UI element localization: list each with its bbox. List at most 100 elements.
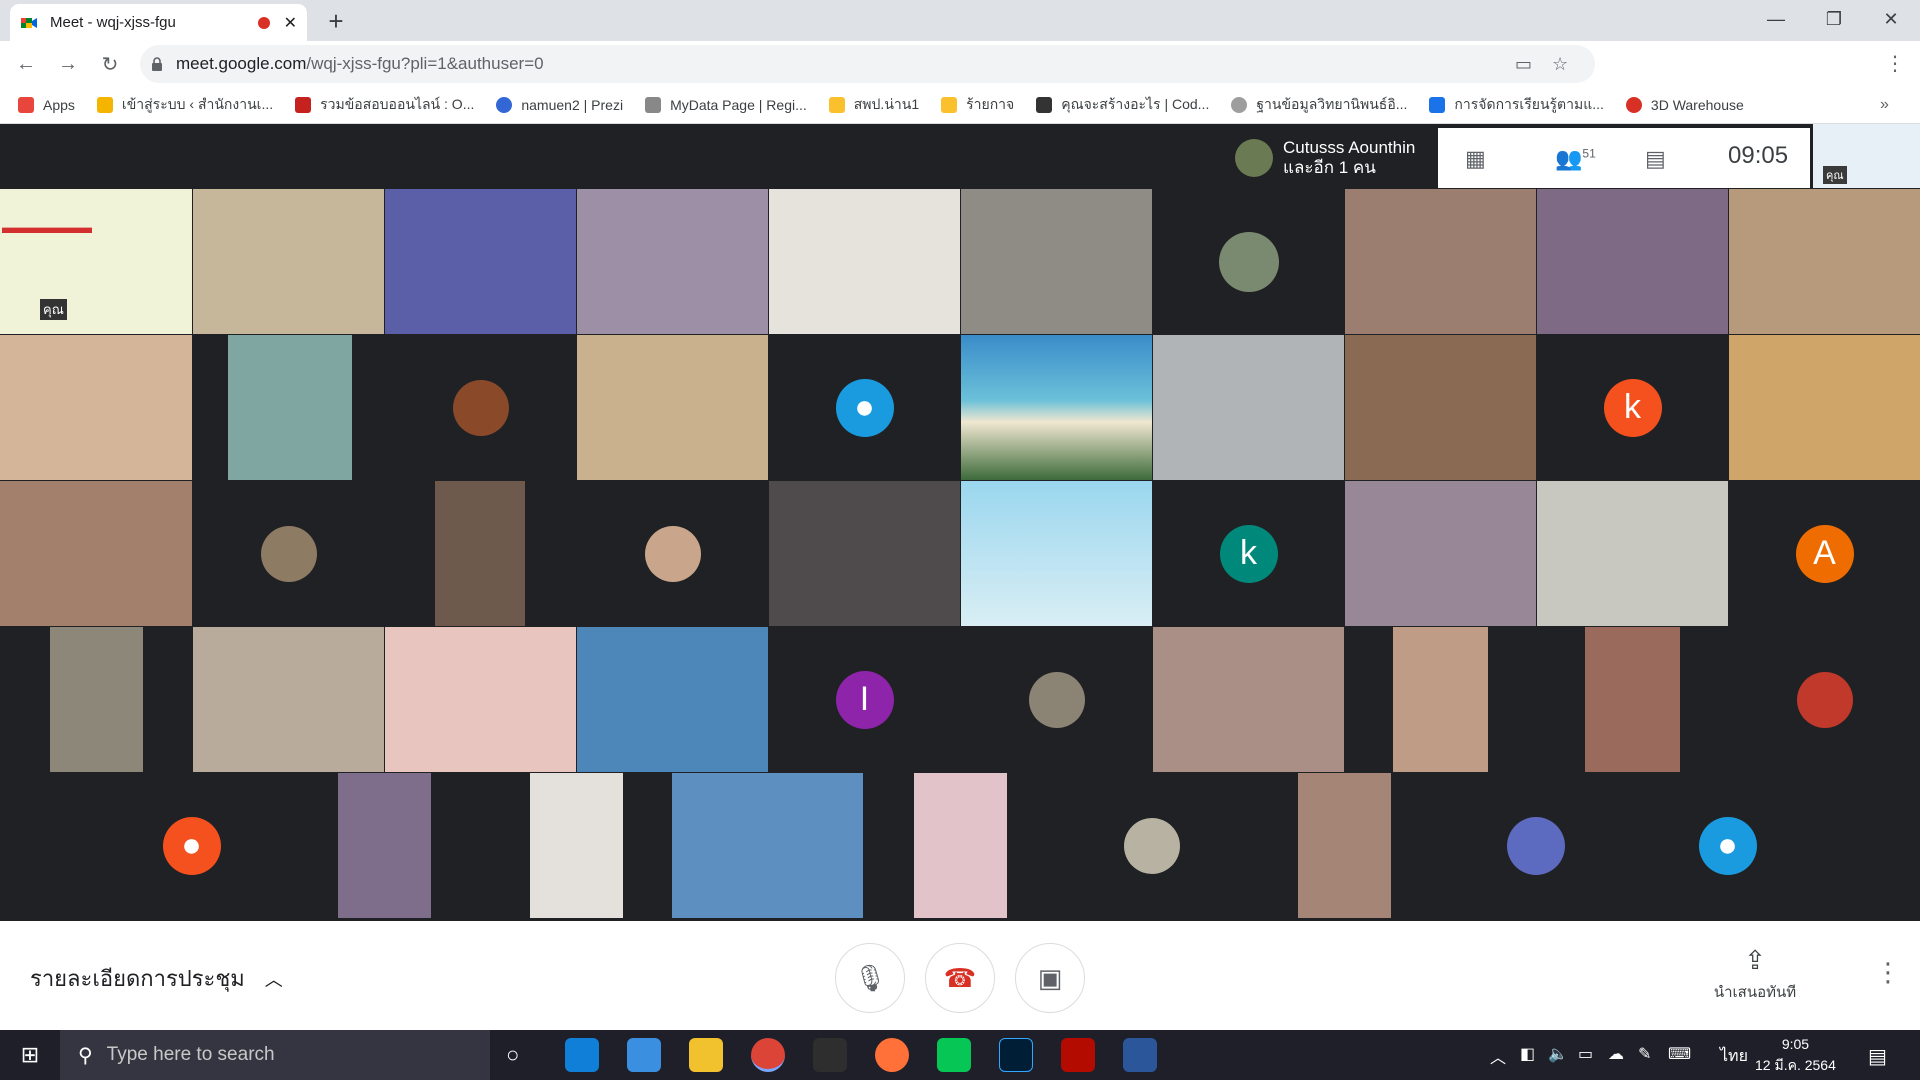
participant-tile[interactable] (672, 773, 863, 918)
back-icon[interactable]: ← (10, 53, 42, 76)
chrome-menu-icon[interactable]: ⋮ (1885, 51, 1905, 76)
participant-tile[interactable] (1345, 335, 1536, 480)
participant-tile[interactable]: k (1153, 481, 1344, 626)
more-options-icon[interactable]: ⋮ (1875, 957, 1901, 988)
participant-tile[interactable] (961, 335, 1152, 480)
self-view-thumbnail[interactable]: คุณ (1813, 124, 1920, 188)
onedrive-icon[interactable]: ☁ (1608, 1044, 1624, 1064)
participant-tile[interactable] (961, 481, 1152, 626)
bookmark-apps[interactable]: Apps (18, 97, 75, 113)
reload-icon[interactable]: ↻ (94, 52, 126, 77)
forward-icon[interactable]: → (52, 53, 84, 76)
participant-tile[interactable] (193, 189, 384, 334)
participant-tile[interactable] (0, 627, 192, 772)
participant-tile[interactable]: I (769, 627, 960, 772)
participant-tile[interactable]: ● (96, 773, 287, 918)
task-view-icon[interactable]: ○ (506, 1042, 519, 1068)
participant-tile[interactable] (385, 189, 576, 334)
participant-tile[interactable] (1537, 627, 1728, 772)
camera-button[interactable]: ▣ (1015, 943, 1085, 1013)
participant-tile[interactable]: k (1537, 335, 1728, 480)
word-icon[interactable] (1123, 1038, 1157, 1072)
windows-start-icon[interactable]: ⊞ (0, 1030, 60, 1080)
taskbar-search-box[interactable]: ⚲ Type here to search (60, 1030, 490, 1080)
participant-tile[interactable] (193, 627, 384, 772)
participant-tile[interactable]: ● (1632, 773, 1823, 918)
participant-tile-presentation[interactable]: ▬▬▬▬▬ คุณ (0, 189, 192, 334)
keyboard-icon[interactable]: ⌨ (1668, 1044, 1691, 1064)
participant-tile[interactable] (193, 335, 384, 480)
meeting-details-button[interactable]: รายละเอียดการประชุม ︿ (30, 961, 283, 996)
participant-tile[interactable] (1440, 773, 1631, 918)
browser-tab[interactable]: Meet - wqj-xjss-fgu ✕ (10, 4, 307, 41)
participant-tile[interactable] (385, 335, 576, 480)
participant-tile[interactable] (385, 627, 576, 772)
chrome-icon[interactable] (751, 1038, 785, 1072)
line-icon[interactable] (937, 1038, 971, 1072)
participant-tile[interactable] (1729, 627, 1920, 772)
participant-tile[interactable] (1056, 773, 1247, 918)
participant-tile[interactable] (193, 481, 384, 626)
bookmark-item[interactable]: namuen2 | Prezi (496, 97, 623, 113)
participant-tile[interactable] (1153, 335, 1344, 480)
bookmark-folder[interactable]: สพป.น่าน1 (828, 94, 919, 116)
acrobat-icon[interactable] (1061, 1038, 1095, 1072)
participant-tile[interactable] (1729, 335, 1920, 480)
pen-icon[interactable]: ✎ (1638, 1044, 1651, 1064)
participant-tile[interactable]: ● (769, 335, 960, 480)
participant-tile[interactable] (1729, 189, 1920, 334)
participant-tile[interactable] (1345, 627, 1536, 772)
participant-tile[interactable] (577, 627, 768, 772)
participant-tile[interactable] (385, 481, 576, 626)
participant-tile[interactable] (864, 773, 1055, 918)
participant-tile[interactable] (577, 335, 768, 480)
participant-tile[interactable] (961, 189, 1152, 334)
notion-icon[interactable] (813, 1038, 847, 1072)
participant-tile[interactable]: A (1729, 481, 1920, 626)
file-explorer-icon[interactable] (689, 1038, 723, 1072)
input-language[interactable]: ไทย (1720, 1044, 1748, 1069)
participant-tile[interactable] (1248, 773, 1439, 918)
volume-icon[interactable]: 🔈 (1548, 1044, 1568, 1064)
present-now-button[interactable]: ⇪ นำเสนอทันที (1700, 945, 1810, 1004)
mail-icon[interactable] (627, 1038, 661, 1072)
bookmark-item[interactable]: ฐานข้อมูลวิทยานิพนธ์อิ... (1231, 94, 1407, 116)
bookmark-item[interactable]: เข้าสู่ระบบ ‹ สำนักงานเ... (96, 94, 273, 116)
participant-tile[interactable] (288, 773, 479, 918)
participant-tile[interactable] (0, 481, 192, 626)
camera-blocked-icon[interactable]: ▭ (1515, 54, 1532, 75)
participant-tile[interactable] (577, 481, 768, 626)
tray-chevron-icon[interactable]: ︿ (1490, 1044, 1506, 1068)
tab-close-icon[interactable]: ✕ (284, 13, 297, 33)
participant-tile[interactable] (1345, 481, 1536, 626)
participant-tile[interactable] (0, 335, 192, 480)
firefox-icon[interactable] (875, 1038, 909, 1072)
bookmark-item[interactable]: รวมข้อสอบออนไลน์ : O... (295, 94, 474, 116)
participant-tile[interactable] (1537, 481, 1728, 626)
close-window-button[interactable]: ✕ (1862, 0, 1920, 41)
participant-tile[interactable] (1537, 189, 1728, 334)
edge-icon[interactable] (565, 1038, 599, 1072)
bookmark-item[interactable]: MyData Page | Regi... (645, 97, 807, 113)
bookmark-item[interactable]: การจัดการเรียนรู้ตามแ... (1429, 94, 1604, 116)
tray-camera-icon[interactable]: ◧ (1520, 1044, 1535, 1064)
chat-icon[interactable]: ▤ (1645, 146, 1666, 172)
address-bar[interactable]: meet.google.com/wqj-xjss-fgu?pli=1&authu… (140, 45, 1595, 83)
participant-tile[interactable] (1153, 189, 1344, 334)
leave-call-button[interactable]: ☎ (925, 943, 995, 1013)
bookmark-item[interactable]: 3D Warehouse (1625, 97, 1744, 113)
new-tab-button[interactable]: + (318, 6, 354, 36)
bookmark-star-icon[interactable]: ☆ (1552, 54, 1568, 75)
participant-tile[interactable] (961, 627, 1152, 772)
microphone-button[interactable]: 🎙 (835, 943, 905, 1013)
people-icon[interactable]: 👥51 (1555, 146, 1596, 172)
participant-tile[interactable] (769, 189, 960, 334)
more-bookmarks-icon[interactable]: » (1880, 96, 1889, 114)
maximize-button[interactable]: ❐ (1805, 0, 1863, 41)
participant-tile[interactable] (769, 481, 960, 626)
notifications-icon[interactable]: ▤ (1868, 1044, 1887, 1069)
participant-tile[interactable] (577, 189, 768, 334)
photoshop-icon[interactable] (999, 1038, 1033, 1072)
tile-layout-icon[interactable]: ▦ (1465, 146, 1486, 172)
battery-icon[interactable]: ▭ (1578, 1044, 1593, 1064)
